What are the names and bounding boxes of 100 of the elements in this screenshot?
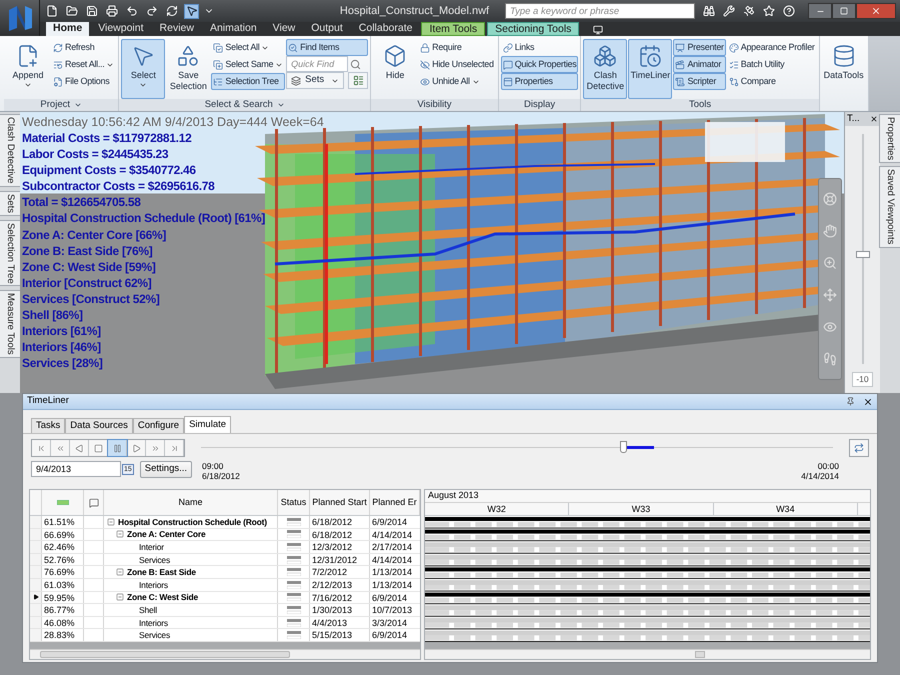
- ribbon-tab[interactable]: Collaborate: [352, 22, 420, 36]
- date-field[interactable]: 9/4/2013: [31, 461, 121, 477]
- overlay-metric: Interior [Construct 62%]: [22, 274, 152, 291]
- ribbon-group-label[interactable]: Select & Search: [119, 99, 370, 111]
- ribbon-button[interactable]: Refresh: [51, 39, 116, 56]
- ribbon-button[interactable]: File Options: [51, 73, 116, 90]
- ribbon-button[interactable]: DataTools: [822, 39, 866, 99]
- ribbon-button[interactable]: Append: [6, 39, 50, 99]
- navigation-icon[interactable]: [823, 256, 837, 270]
- side-tab[interactable]: Clash Detective: [0, 114, 22, 187]
- column-header[interactable]: Planned Er: [370, 490, 420, 515]
- ribbon-button[interactable]: Select: [121, 39, 166, 99]
- settings-button[interactable]: Settings...: [140, 461, 192, 478]
- ribbon-button[interactable]: Hide Unselected: [418, 56, 496, 73]
- quick-access-button[interactable]: [104, 4, 119, 18]
- ribbon-button[interactable]: Presenter: [673, 39, 726, 56]
- simulation-slider[interactable]: [201, 441, 833, 455]
- toolbar-icon[interactable]: [743, 5, 755, 17]
- ribbon-tab[interactable]: Output: [304, 22, 350, 36]
- restore-button[interactable]: [832, 3, 856, 19]
- quick-access-button[interactable]: [64, 4, 79, 18]
- ribbon-button[interactable]: TimeLiner: [628, 39, 672, 99]
- toolbar-icon[interactable]: [593, 23, 604, 36]
- navigation-icon[interactable]: [823, 288, 837, 302]
- pin-icon[interactable]: [846, 397, 855, 406]
- ribbon-button[interactable]: Clash Detective: [583, 39, 628, 99]
- zoom-slider[interactable]: [856, 134, 870, 364]
- ribbon-tab[interactable]: View: [266, 22, 302, 36]
- side-tab[interactable]: Sets: [0, 190, 22, 216]
- close-button[interactable]: [856, 3, 896, 19]
- quick-access-button[interactable]: [164, 4, 179, 18]
- ribbon-button[interactable]: Find Items: [286, 39, 368, 56]
- column-header[interactable]: Status: [278, 490, 310, 515]
- close-icon[interactable]: [870, 115, 878, 123]
- panel-tab[interactable]: Configure: [132, 418, 184, 433]
- side-tab[interactable]: Measure Tools: [0, 290, 22, 358]
- quick-access-button[interactable]: [84, 4, 99, 18]
- slider-thumb[interactable]: [620, 441, 627, 453]
- collapse-icon[interactable]: [116, 568, 124, 576]
- ribbon-button[interactable]: Select All: [211, 39, 286, 56]
- toolbar-icon[interactable]: [783, 5, 795, 17]
- ribbon-tab[interactable]: Home: [46, 22, 90, 36]
- panel-tab[interactable]: Data Sources: [65, 418, 133, 433]
- ribbon-button[interactable]: Require: [418, 39, 496, 56]
- ribbon-tab[interactable]: Item Tools: [421, 22, 486, 36]
- collapse-icon[interactable]: [116, 593, 124, 602]
- column-header[interactable]: Planned Start: [310, 490, 370, 515]
- ribbon-tab[interactable]: Sectioning Tools: [487, 22, 580, 36]
- ribbon-button[interactable]: Save Selection: [166, 39, 210, 99]
- scrollbar-thumb[interactable]: [40, 651, 290, 658]
- ribbon-button[interactable]: Reset All...: [51, 56, 116, 73]
- ribbon-tab[interactable]: Animation: [202, 22, 264, 36]
- navigation-icon[interactable]: [823, 352, 837, 366]
- ribbon-group-label[interactable]: Display: [498, 99, 580, 111]
- ribbon-button[interactable]: Quick Properties: [500, 56, 578, 73]
- collapse-icon[interactable]: [107, 518, 115, 526]
- playback-button[interactable]: [108, 440, 127, 456]
- ribbon-group-label[interactable]: Visibility: [371, 99, 498, 111]
- side-tab[interactable]: Selection Tree: [0, 220, 22, 286]
- side-tab[interactable]: Saved Viewpoints: [878, 166, 900, 248]
- ribbon-button[interactable]: Hide: [373, 39, 418, 99]
- ribbon-group-label[interactable]: Project: [4, 99, 118, 111]
- panel-tab[interactable]: Simulate: [184, 416, 232, 433]
- ribbon-button[interactable]: Links: [500, 39, 578, 56]
- ribbon-button[interactable]: Compare: [726, 73, 817, 90]
- ribbon-button[interactable]: Select Same: [211, 56, 286, 73]
- gantt-week: W34: [714, 503, 858, 515]
- navigation-icon[interactable]: [823, 320, 837, 334]
- close-icon[interactable]: [863, 396, 873, 406]
- ribbon-button[interactable]: Batch Utility: [726, 56, 817, 73]
- ribbon-group-label[interactable]: Tools: [581, 99, 819, 111]
- toolbar-icon[interactable]: [723, 5, 735, 17]
- toolbar-icon[interactable]: [763, 5, 775, 17]
- toolbar-icon[interactable]: [703, 5, 715, 17]
- ribbon-tab[interactable]: Viewpoint: [91, 22, 151, 36]
- slider-thumb[interactable]: [856, 250, 870, 258]
- ribbon-button[interactable]: Selection Tree: [211, 73, 286, 90]
- quick-find-field[interactable]: Quick Find: [286, 56, 348, 72]
- export-button[interactable]: [849, 439, 869, 457]
- navigation-icon[interactable]: [823, 192, 837, 206]
- navigation-icon[interactable]: [823, 224, 837, 238]
- ribbon-button[interactable]: Properties: [500, 73, 578, 90]
- horizontal-scrollbar[interactable]: [30, 649, 420, 659]
- horizontal-scrollbar[interactable]: [425, 649, 870, 659]
- collapse-icon[interactable]: [116, 530, 124, 538]
- ribbon-button[interactable]: Appearance Profiler: [726, 39, 817, 56]
- side-tab[interactable]: Properties: [878, 114, 900, 164]
- ribbon-button[interactable]: Animator: [673, 56, 726, 73]
- ribbon-tab[interactable]: Review: [152, 22, 201, 36]
- ribbon-button[interactable]: Unhide All: [418, 73, 496, 90]
- ribbon-button[interactable]: Scripter: [673, 73, 726, 90]
- help-search-field[interactable]: Type a keyword or phrase: [505, 3, 695, 19]
- application-menu-button[interactable]: [0, 0, 40, 36]
- scrollbar-thumb[interactable]: [695, 651, 705, 658]
- quick-access-button[interactable]: [184, 4, 199, 18]
- column-header[interactable]: Name: [104, 490, 278, 515]
- sets-dropdown[interactable]: Sets: [286, 72, 344, 89]
- row-header[interactable]: [30, 592, 42, 604]
- panel-tab[interactable]: Tasks: [31, 418, 66, 433]
- manage-sets-button[interactable]: [348, 72, 368, 89]
